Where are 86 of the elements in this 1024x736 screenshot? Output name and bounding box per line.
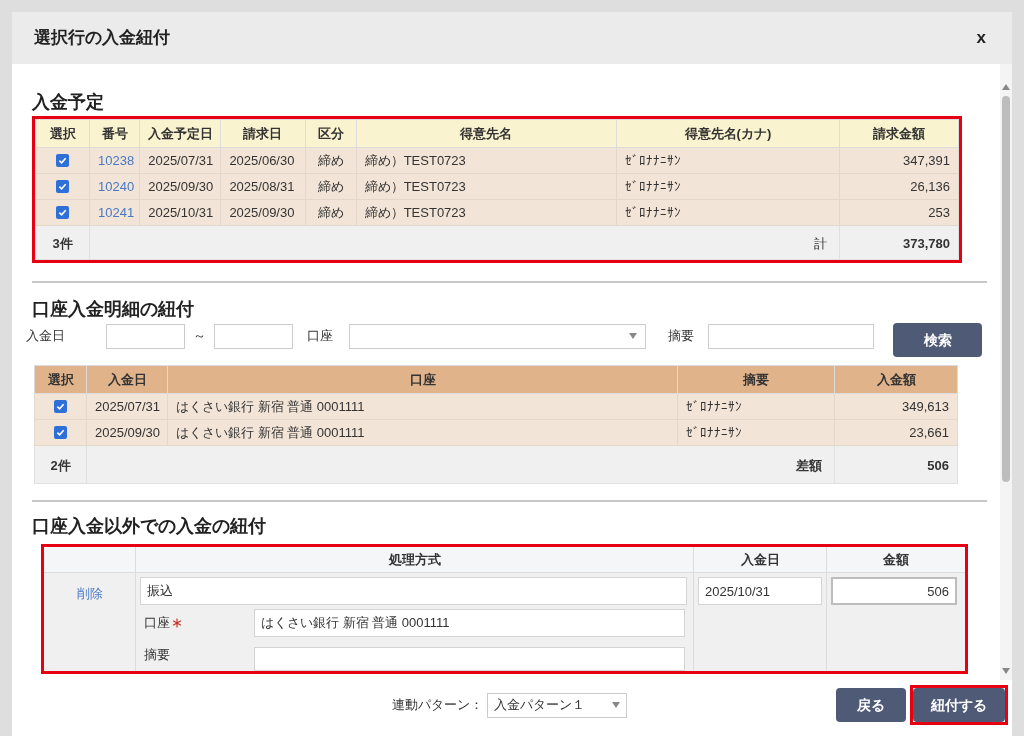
text-field[interactable] bbox=[254, 647, 685, 671]
difference-amount: 506 bbox=[927, 457, 949, 473]
table-cell: ｾﾞﾛﾅﾅﾆｻﾝ bbox=[686, 424, 742, 440]
method-field[interactable]: 振込 bbox=[140, 577, 687, 605]
table-cell: 締め bbox=[317, 178, 344, 194]
dialog-button[interactable]: 戻る bbox=[836, 688, 906, 722]
dropdown-arrow-icon bbox=[629, 333, 637, 339]
column-header: 入金予定日 bbox=[139, 119, 221, 148]
table-cell: 締め）TEST0723 bbox=[364, 204, 466, 220]
select-value: 入金パターン１ bbox=[494, 696, 585, 715]
checkbox[interactable] bbox=[54, 399, 67, 413]
count-label: 3件 bbox=[52, 235, 73, 251]
table-cell: 23,661 bbox=[909, 424, 949, 440]
column-header: 摘要 bbox=[677, 365, 835, 394]
scrollbar[interactable] bbox=[1000, 64, 1012, 680]
table-cell: ｾﾞﾛﾅﾅﾆｻﾝ bbox=[686, 398, 742, 414]
table-cell: 26,136 bbox=[910, 178, 950, 194]
section-heading: 口座入金以外での入金の紐付 bbox=[32, 515, 267, 538]
total-amount: 373,780 bbox=[903, 235, 950, 251]
column-header: 区分 bbox=[305, 119, 357, 148]
column-header: 入金日 bbox=[694, 547, 826, 573]
total-label: 計 bbox=[813, 235, 827, 251]
table-cell: ｾﾞﾛﾅﾅﾆｻﾝ bbox=[625, 204, 682, 220]
column-header: 得意先名(カナ) bbox=[616, 119, 840, 148]
date-from-field[interactable] bbox=[106, 323, 185, 349]
table-cell: 349,613 bbox=[902, 398, 949, 414]
table-cell: はくさい銀行 新宿 普通 0001111 bbox=[176, 398, 365, 414]
checkbox[interactable] bbox=[56, 153, 70, 167]
section-heading: 入金予定 bbox=[32, 91, 105, 114]
table-cell: 2025/09/30 bbox=[229, 204, 295, 220]
table-cell: 2025/09/30 bbox=[148, 178, 214, 194]
scrollbar-thumb[interactable] bbox=[1002, 96, 1010, 482]
search-button[interactable]: 検索 bbox=[893, 323, 982, 357]
account-select[interactable] bbox=[349, 323, 646, 349]
scroll-up-icon bbox=[1002, 84, 1010, 90]
table-cell: 347,391 bbox=[903, 152, 950, 168]
column-header: 請求日 bbox=[220, 119, 306, 148]
column-header: 得意先名 bbox=[356, 119, 617, 148]
delete-link[interactable]: 削除 bbox=[76, 586, 103, 601]
table-cell: 253 bbox=[928, 204, 950, 220]
table-cell: はくさい銀行 新宿 普通 0001111 bbox=[176, 424, 365, 440]
memo-field[interactable] bbox=[708, 323, 874, 349]
table-cell: 締め）TEST0723 bbox=[364, 152, 466, 168]
pattern-label: 連動パターン： bbox=[392, 696, 483, 715]
column-header: 金額 bbox=[827, 547, 965, 573]
table-cell: ｾﾞﾛﾅﾅﾆｻﾝ bbox=[625, 178, 682, 194]
count-label: 2件 bbox=[50, 457, 71, 473]
checkbox[interactable] bbox=[56, 205, 70, 219]
table-cell: 締め bbox=[317, 204, 344, 220]
column-header: 選択 bbox=[34, 365, 87, 394]
column-header: 請求金額 bbox=[839, 119, 959, 148]
column-header: 処理方式 bbox=[136, 547, 693, 573]
pattern-select[interactable]: 入金パターン１ bbox=[487, 692, 627, 718]
table-cell: 2025/07/31 bbox=[95, 398, 161, 414]
dropdown-arrow-icon bbox=[612, 702, 620, 708]
table-cell: 2025/09/30 bbox=[95, 424, 161, 440]
date-to-field[interactable] bbox=[214, 323, 293, 349]
difference-label: 差額 bbox=[796, 457, 822, 473]
column-header: 入金日 bbox=[86, 365, 168, 394]
table-cell: 2025/06/30 bbox=[229, 152, 295, 168]
dialog-button[interactable]: 紐付する bbox=[913, 688, 1005, 722]
field-label: 口座 bbox=[307, 327, 334, 346]
section-heading: 口座入金明細の紐付 bbox=[32, 298, 195, 321]
close-button[interactable]: x bbox=[972, 25, 990, 51]
table-cell: 2025/08/31 bbox=[229, 178, 295, 194]
table-cell: ｾﾞﾛﾅﾅﾆｻﾝ bbox=[625, 152, 682, 168]
column-header: 選択 bbox=[35, 119, 90, 148]
column-header: 入金額 bbox=[834, 365, 958, 394]
field-label: 入金日 bbox=[26, 327, 66, 346]
table-cell: 締め）TEST0723 bbox=[364, 178, 466, 194]
dialog-title: 選択行の入金紐付 bbox=[34, 27, 170, 50]
column-header: 番号 bbox=[89, 119, 140, 148]
table-cell: 2025/10/31 bbox=[148, 204, 214, 220]
column-header: 口座 bbox=[167, 365, 678, 394]
field-label: 摘要 bbox=[668, 327, 695, 346]
table-cell: 締め bbox=[317, 152, 344, 168]
scroll-down-icon bbox=[1002, 668, 1010, 674]
table-cell: 2025/07/31 bbox=[148, 152, 214, 168]
date-field[interactable]: 2025/10/31 bbox=[698, 577, 822, 605]
field-label: 摘要 bbox=[144, 646, 171, 665]
checkbox[interactable] bbox=[54, 425, 67, 439]
checkbox[interactable] bbox=[56, 179, 70, 193]
text-field[interactable]: はくさい銀行 新宿 普通 0001111 bbox=[254, 609, 685, 637]
amount-field[interactable]: 506 bbox=[831, 577, 957, 605]
field-label: 口座 bbox=[144, 613, 254, 633]
range-separator: ～ bbox=[193, 327, 206, 346]
